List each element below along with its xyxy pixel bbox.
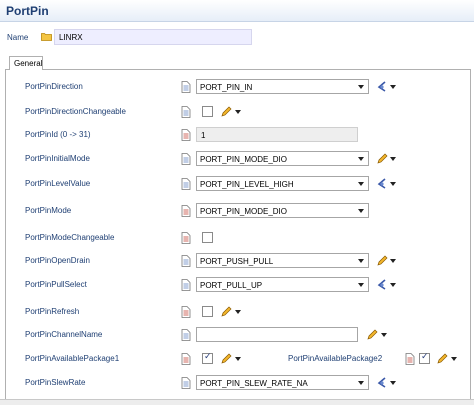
- document-icon: [181, 232, 191, 244]
- chevron-down-icon: [358, 283, 364, 287]
- row-port-pin-direction: PortPinDirection PORT_PIN_IN: [0, 79, 474, 95]
- row-port-pin-mode-changeable: PortPinModeChangeable: [0, 230, 474, 246]
- port-pin-direction-value: PORT_PIN_IN: [200, 83, 253, 92]
- window-title: PortPin: [6, 4, 49, 18]
- port-pin-level-value-select[interactable]: PORT_PIN_LEVEL_HIGH: [196, 176, 369, 191]
- tab-general[interactable]: General: [9, 56, 43, 70]
- port-pin-pull-select-label: PortPinPullSelect: [25, 280, 87, 289]
- port-pin-mode-value: PORT_PIN_MODE_DIO: [200, 207, 287, 216]
- pencil-icon[interactable]: [366, 328, 378, 341]
- port-pin-available-package1-checkbox[interactable]: [202, 351, 213, 364]
- chevron-down-icon: [358, 209, 364, 213]
- pencil-icon[interactable]: [220, 305, 232, 318]
- editor-title-bar: PortPin: [0, 0, 474, 22]
- document-icon: [181, 353, 191, 365]
- chevron-down-icon[interactable]: [390, 85, 396, 89]
- port-pin-open-drain-label: PortPinOpenDrain: [25, 256, 90, 265]
- chevron-down-icon: [358, 157, 364, 161]
- port-pin-slew-rate-select[interactable]: PORT_PIN_SLEW_RATE_NA: [196, 375, 369, 390]
- row-port-pin-channel-name: PortPinChannelName: [0, 327, 474, 343]
- port-pin-level-value-label: PortPinLevelValue: [25, 179, 91, 188]
- chevron-down-icon[interactable]: [390, 283, 396, 287]
- port-pin-mode-label: PortPinMode: [25, 206, 72, 215]
- port-pin-pull-select-value: PORT_PULL_UP: [200, 281, 263, 290]
- row-port-pin-refresh: PortPinRefresh: [0, 304, 474, 320]
- document-icon: [181, 153, 191, 165]
- port-pin-slew-rate-value: PORT_PIN_SLEW_RATE_NA: [200, 379, 308, 388]
- name-label: Name: [7, 33, 29, 42]
- row-port-pin-initial-mode: PortPinInitialMode PORT_PIN_MODE_DIO: [0, 151, 474, 167]
- name-field[interactable]: LINRX: [54, 29, 252, 45]
- reset-default-icon[interactable]: [376, 278, 388, 291]
- pencil-icon[interactable]: [220, 352, 232, 365]
- folder-icon[interactable]: [41, 32, 52, 41]
- document-icon: [181, 377, 191, 389]
- document-icon: [181, 178, 191, 190]
- row-port-pin-available-package: PortPinAvailablePackage1 PortPinAvailabl…: [0, 351, 474, 367]
- reset-default-icon[interactable]: [376, 177, 388, 190]
- pencil-icon[interactable]: [376, 152, 388, 165]
- port-pin-available-package1-label: PortPinAvailablePackage1: [25, 354, 120, 363]
- port-pin-refresh-label: PortPinRefresh: [25, 307, 80, 316]
- document-icon: [181, 255, 191, 267]
- row-port-pin-id: PortPinId (0 -> 31) 1: [0, 127, 474, 143]
- row-port-pin-open-drain: PortPinOpenDrain PORT_PUSH_PULL: [0, 253, 474, 269]
- port-pin-direction-changeable-checkbox[interactable]: [202, 106, 213, 117]
- port-pin-refresh-checkbox[interactable]: [202, 306, 213, 317]
- reset-default-icon[interactable]: [376, 80, 388, 93]
- document-icon: [181, 279, 191, 291]
- chevron-down-icon[interactable]: [390, 157, 396, 161]
- row-port-pin-pull-select: PortPinPullSelect PORT_PULL_UP: [0, 277, 474, 293]
- port-pin-mode-changeable-checkbox[interactable]: [202, 232, 213, 243]
- chevron-down-icon[interactable]: [235, 310, 241, 314]
- port-pin-available-package2-label: PortPinAvailablePackage2: [288, 354, 383, 363]
- port-pin-direction-changeable-label: PortPinDirectionChangeable: [25, 107, 126, 116]
- row-port-pin-slew-rate: PortPinSlewRate PORT_PIN_SLEW_RATE_NA: [0, 375, 474, 391]
- document-icon: [405, 353, 415, 365]
- chevron-down-icon: [358, 85, 364, 89]
- port-pin-open-drain-select[interactable]: PORT_PUSH_PULL: [196, 253, 369, 268]
- chevron-down-icon[interactable]: [390, 182, 396, 186]
- chevron-down-icon[interactable]: [235, 110, 241, 114]
- port-pin-id-label: PortPinId (0 -> 31): [25, 130, 91, 139]
- reset-default-icon[interactable]: [376, 376, 388, 389]
- port-pin-initial-mode-value: PORT_PIN_MODE_DIO: [200, 155, 287, 164]
- name-row: Name LINRX: [0, 28, 474, 46]
- chevron-down-icon: [358, 381, 364, 385]
- row-port-pin-direction-changeable: PortPinDirectionChangeable: [0, 104, 474, 120]
- document-icon: [181, 205, 191, 217]
- row-port-pin-level-value: PortPinLevelValue PORT_PIN_LEVEL_HIGH: [0, 176, 474, 192]
- document-icon: [181, 129, 191, 141]
- port-pin-slew-rate-label: PortPinSlewRate: [25, 378, 86, 387]
- port-pin-level-value-value: PORT_PIN_LEVEL_HIGH: [200, 180, 294, 189]
- chevron-down-icon[interactable]: [451, 357, 457, 361]
- document-icon: [181, 106, 191, 118]
- port-pin-direction-label: PortPinDirection: [25, 82, 83, 91]
- chevron-down-icon[interactable]: [381, 333, 387, 337]
- pencil-icon[interactable]: [220, 105, 232, 118]
- port-pin-direction-select[interactable]: PORT_PIN_IN: [196, 79, 369, 94]
- document-icon: [181, 306, 191, 318]
- horizontal-scrollbar[interactable]: [0, 399, 474, 405]
- chevron-down-icon[interactable]: [390, 381, 396, 385]
- port-pin-open-drain-value: PORT_PUSH_PULL: [200, 257, 274, 266]
- row-port-pin-mode: PortPinMode PORT_PIN_MODE_DIO: [0, 203, 474, 219]
- document-icon: [181, 329, 191, 341]
- port-pin-pull-select-select[interactable]: PORT_PULL_UP: [196, 277, 369, 292]
- port-pin-mode-changeable-label: PortPinModeChangeable: [25, 233, 115, 242]
- port-pin-initial-mode-label: PortPinInitialMode: [25, 154, 90, 163]
- port-pin-initial-mode-select[interactable]: PORT_PIN_MODE_DIO: [196, 151, 369, 166]
- chevron-down-icon[interactable]: [235, 357, 241, 361]
- pencil-icon[interactable]: [376, 254, 388, 267]
- port-pin-available-package2-checkbox[interactable]: [419, 351, 430, 364]
- chevron-down-icon[interactable]: [390, 259, 396, 263]
- port-pin-channel-name-label: PortPinChannelName: [25, 330, 103, 339]
- document-icon: [181, 81, 191, 93]
- pencil-icon[interactable]: [436, 352, 448, 365]
- port-pin-mode-select[interactable]: PORT_PIN_MODE_DIO: [196, 203, 369, 218]
- port-pin-id-field[interactable]: 1: [196, 127, 358, 142]
- port-pin-channel-name-field[interactable]: [196, 327, 358, 342]
- chevron-down-icon: [358, 259, 364, 263]
- chevron-down-icon: [358, 182, 364, 186]
